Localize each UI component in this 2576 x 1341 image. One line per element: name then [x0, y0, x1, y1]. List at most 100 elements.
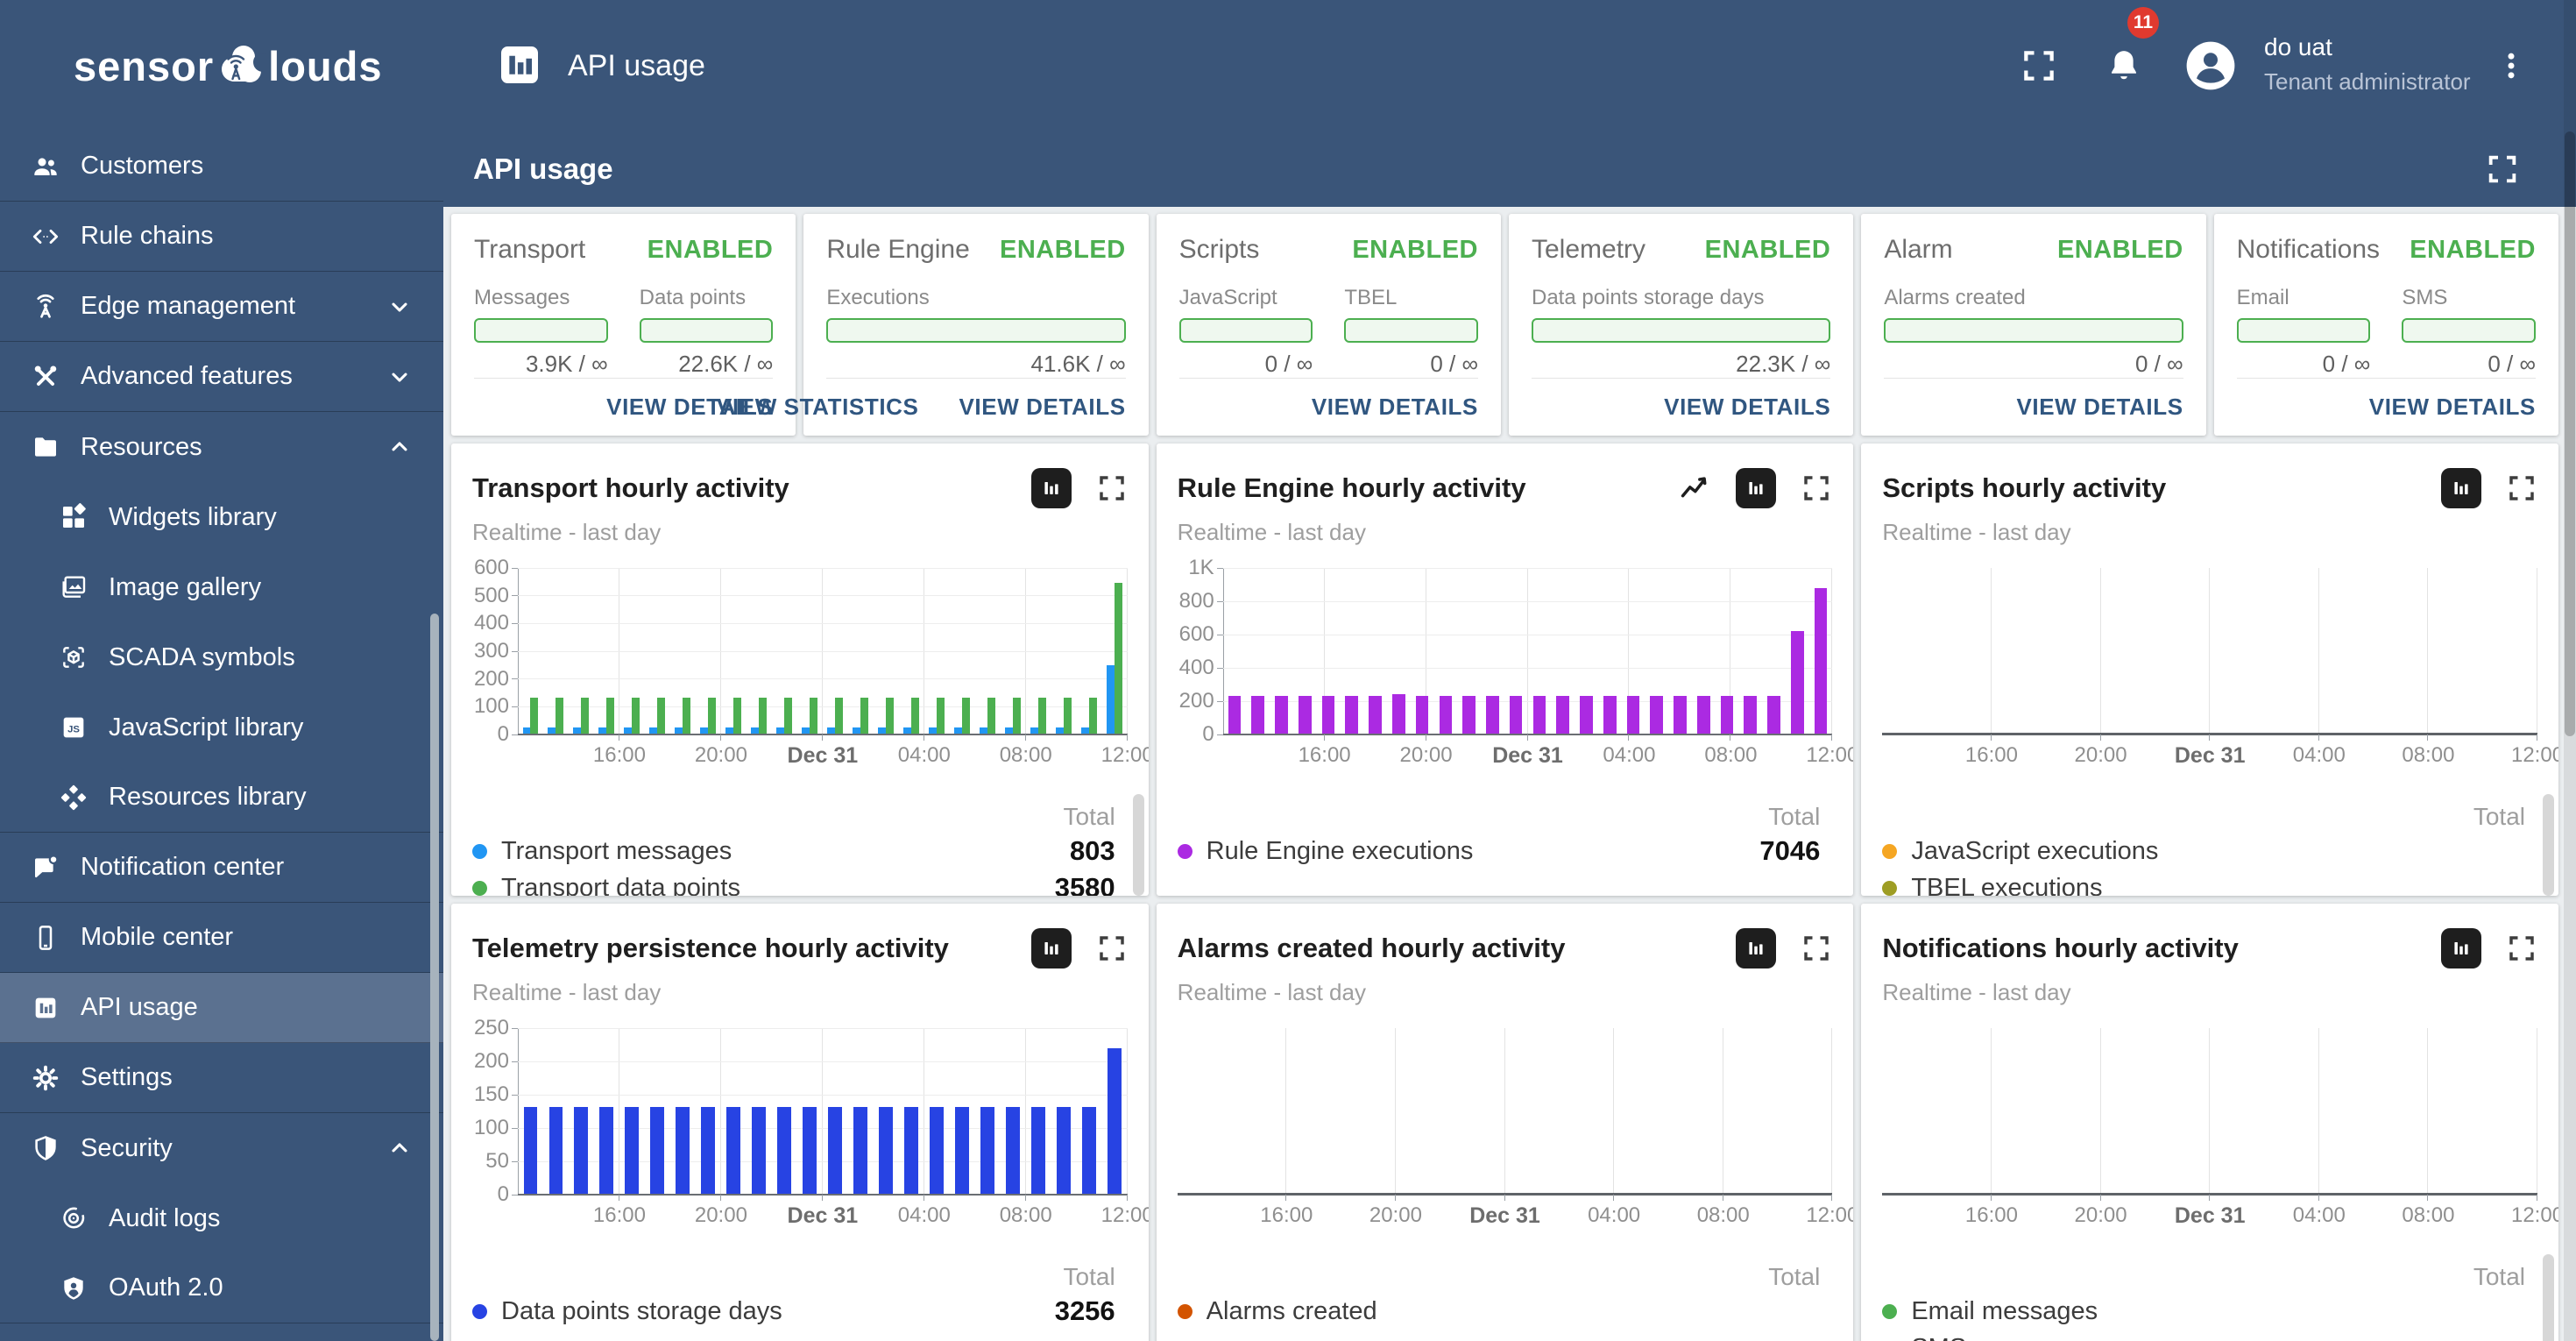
dashboard-fullscreen-icon[interactable] [2485, 152, 2520, 187]
sidebar-item-settings[interactable]: Settings [0, 1043, 443, 1113]
chart-fullscreen-button[interactable] [1096, 472, 1128, 504]
page-scrollbar-thumb[interactable] [2565, 131, 2575, 736]
sidebar-item-edge-management[interactable]: Edge management [0, 272, 443, 342]
x-axis-tick: 08:00 [2402, 1203, 2455, 1227]
view-details-button[interactable]: VIEW DETAILS [1312, 394, 1478, 421]
sidebar-item-label: Edge management [81, 292, 296, 320]
sidebar-item-label: Customers [81, 152, 204, 180]
sidebar-item-label: Image gallery [109, 572, 262, 601]
chart-subtitle: Realtime - last day [472, 979, 662, 1005]
bar-chart-button[interactable] [1736, 928, 1777, 968]
chart-panel-telemetry-persistence-hourly-activity: Telemetry persistence hourly activity Rea… [451, 904, 1149, 1341]
y-axis-tick: 50 [485, 1149, 509, 1173]
stat-value: 0 / ∞ [1430, 351, 1478, 377]
legend-item-data-points-storage-days[interactable]: Data points storage days 3256 [472, 1293, 1128, 1330]
chevron-up-icon [387, 435, 412, 459]
legend-item-email-messages[interactable]: Email messages [1882, 1293, 2537, 1330]
legend-color-dot [472, 1303, 487, 1319]
legend-scrollbar-thumb[interactable] [1132, 794, 1144, 896]
card-title: Scripts [1178, 235, 1260, 264]
legend-item-alarms-created[interactable]: Alarms created [1177, 1293, 1833, 1330]
legend-scrollbar-thumb[interactable] [2543, 794, 2555, 896]
topbar-page-title: API usage [568, 48, 705, 82]
sidebar-item-widgets-library[interactable]: Widgets library [0, 482, 443, 552]
view-details-button[interactable]: VIEW DETAILS [2369, 394, 2536, 421]
legend-total-label: Total [1768, 1263, 1821, 1290]
legend-label: JavaScript executions [1911, 836, 2159, 865]
bar-chart-button[interactable] [1030, 468, 1072, 508]
legend-item-transport-data-points[interactable]: Transport data points 3580 [472, 869, 1128, 896]
sidebar-item-customers[interactable]: Customers [0, 131, 443, 202]
legend-item-transport-messages[interactable]: Transport messages 803 [472, 833, 1128, 869]
stat-value: 0 / ∞ [1264, 351, 1313, 377]
sidebar-item-javascript-library[interactable]: JS JavaScript library [0, 692, 443, 763]
x-axis-tick: 16:00 [1298, 743, 1351, 767]
chart-fullscreen-button[interactable] [2506, 933, 2537, 964]
chart-plot-area: 0 200 400 600 800 1K 16:00 20:00 Dec 31 04:00 08:0… [1178, 556, 1854, 771]
diamonds-icon [60, 784, 88, 812]
chart-title: Telemetry persistence hourly activity [472, 933, 949, 963]
sidebar-item-rule-chains[interactable]: Rule chains [0, 202, 443, 272]
legend-color-dot [1882, 880, 1898, 896]
sidebar-item-label: Mobile center [81, 923, 234, 951]
bar-chart-button[interactable] [2441, 468, 2482, 508]
legend-item-tbel-executions[interactable]: TBEL executions [1882, 869, 2537, 896]
legend-total-label: Total [2473, 1263, 2526, 1290]
sidebar-item-audit-logs[interactable]: Audit logs [0, 1183, 443, 1253]
sidebar-item-label: Notification center [81, 853, 285, 881]
x-axis-tick: 16:00 [1964, 743, 2018, 767]
sidebar-item-api-usage[interactable]: API usage [0, 973, 443, 1043]
view-details-button[interactable]: VIEW DETAILS [959, 394, 1125, 421]
usage-card-rule-engine: Rule Engine ENABLED Executions 41.6K / ∞ VIE… [717, 214, 1149, 436]
phone-icon [32, 924, 60, 952]
sidebar-item-mobile-center[interactable]: Mobile center [0, 903, 443, 973]
sidebar-item-scada-symbols[interactable]: SCADA symbols [0, 622, 443, 692]
usage-stat-data-points: Data points 22.6K / ∞ [639, 286, 774, 378]
sidebar-item-notification-center[interactable]: Notification center [0, 833, 443, 903]
legend-item-sms-messages[interactable]: SMS messages [1882, 1330, 2537, 1341]
y-axis-tick: 150 [473, 1082, 509, 1106]
avatar[interactable] [2183, 39, 2238, 93]
view-details-button[interactable]: VIEW DETAILS [2016, 394, 2183, 421]
x-axis-tick: 16:00 [592, 743, 646, 767]
line-chart-button[interactable] [1678, 472, 1711, 505]
chart-fullscreen-button[interactable] [1096, 933, 1128, 964]
usage-progress-bar [1344, 318, 1478, 343]
view-statistics-button[interactable]: VIEW STATISTICS [717, 394, 918, 421]
legend-item-rule-engine-executions[interactable]: Rule Engine executions 7046 [1177, 833, 1833, 869]
bar-chart-button[interactable] [2441, 928, 2482, 968]
sidebar-item-resources-library[interactable]: Resources library [0, 763, 443, 833]
shield-half-icon [32, 1134, 60, 1162]
x-axis-tick: Dec 31 [787, 743, 859, 768]
legend-item-javascript-executions[interactable]: JavaScript executions [1882, 833, 2537, 869]
kebab-menu-icon[interactable] [2494, 48, 2529, 88]
bar-chart-button[interactable] [1736, 468, 1777, 508]
bar-chart-button[interactable] [1030, 928, 1072, 968]
usage-stat-javascript: JavaScript 0 / ∞ [1178, 286, 1313, 378]
y-axis-tick: 0 [497, 722, 509, 746]
sidebar-scrollbar[interactable] [430, 614, 439, 1341]
legend-scrollbar-thumb[interactable] [2543, 1254, 2555, 1341]
usage-stat-executions: Executions 41.6K / ∞ [826, 286, 1126, 378]
y-axis-tick: 600 [473, 556, 509, 579]
sidebar-item-advanced-features[interactable]: Advanced features [0, 342, 443, 412]
chart-fullscreen-button[interactable] [2506, 472, 2537, 504]
view-details-button[interactable]: VIEW DETAILS [1664, 394, 1830, 421]
usage-stat-data-points-storage-days: Data points storage days 22.3K / ∞ [1531, 286, 1831, 378]
chart-fullscreen-button[interactable] [1801, 933, 1832, 964]
chart-fullscreen-button[interactable] [1801, 472, 1832, 504]
chart-panel-transport-hourly-activity: Transport hourly activity Realtime - last… [451, 443, 1149, 896]
page-scrollbar[interactable] [2564, 0, 2576, 1341]
chart-title: Notifications hourly activity [1882, 933, 2239, 963]
stat-label: SMS [2402, 286, 2448, 309]
sidebar-item-oauth-2-0[interactable]: OAuth 2.0 [0, 1253, 443, 1323]
x-axis-tick: 16:00 [1964, 1203, 2018, 1227]
bars [1882, 568, 2537, 734]
fullscreen-icon[interactable] [2020, 46, 2058, 89]
bell-icon[interactable] [2105, 46, 2143, 89]
sidebar-item-image-gallery[interactable]: Image gallery [0, 552, 443, 622]
sidebar-item-resources[interactable]: Resources [0, 412, 443, 482]
sidebar-item-security[interactable]: Security [0, 1113, 443, 1183]
status-badge: ENABLED [2056, 235, 2183, 264]
usage-card-scripts: Scripts ENABLED JavaScript 0 / ∞ TBEL 0 / ∞ VI… [1156, 214, 1501, 436]
